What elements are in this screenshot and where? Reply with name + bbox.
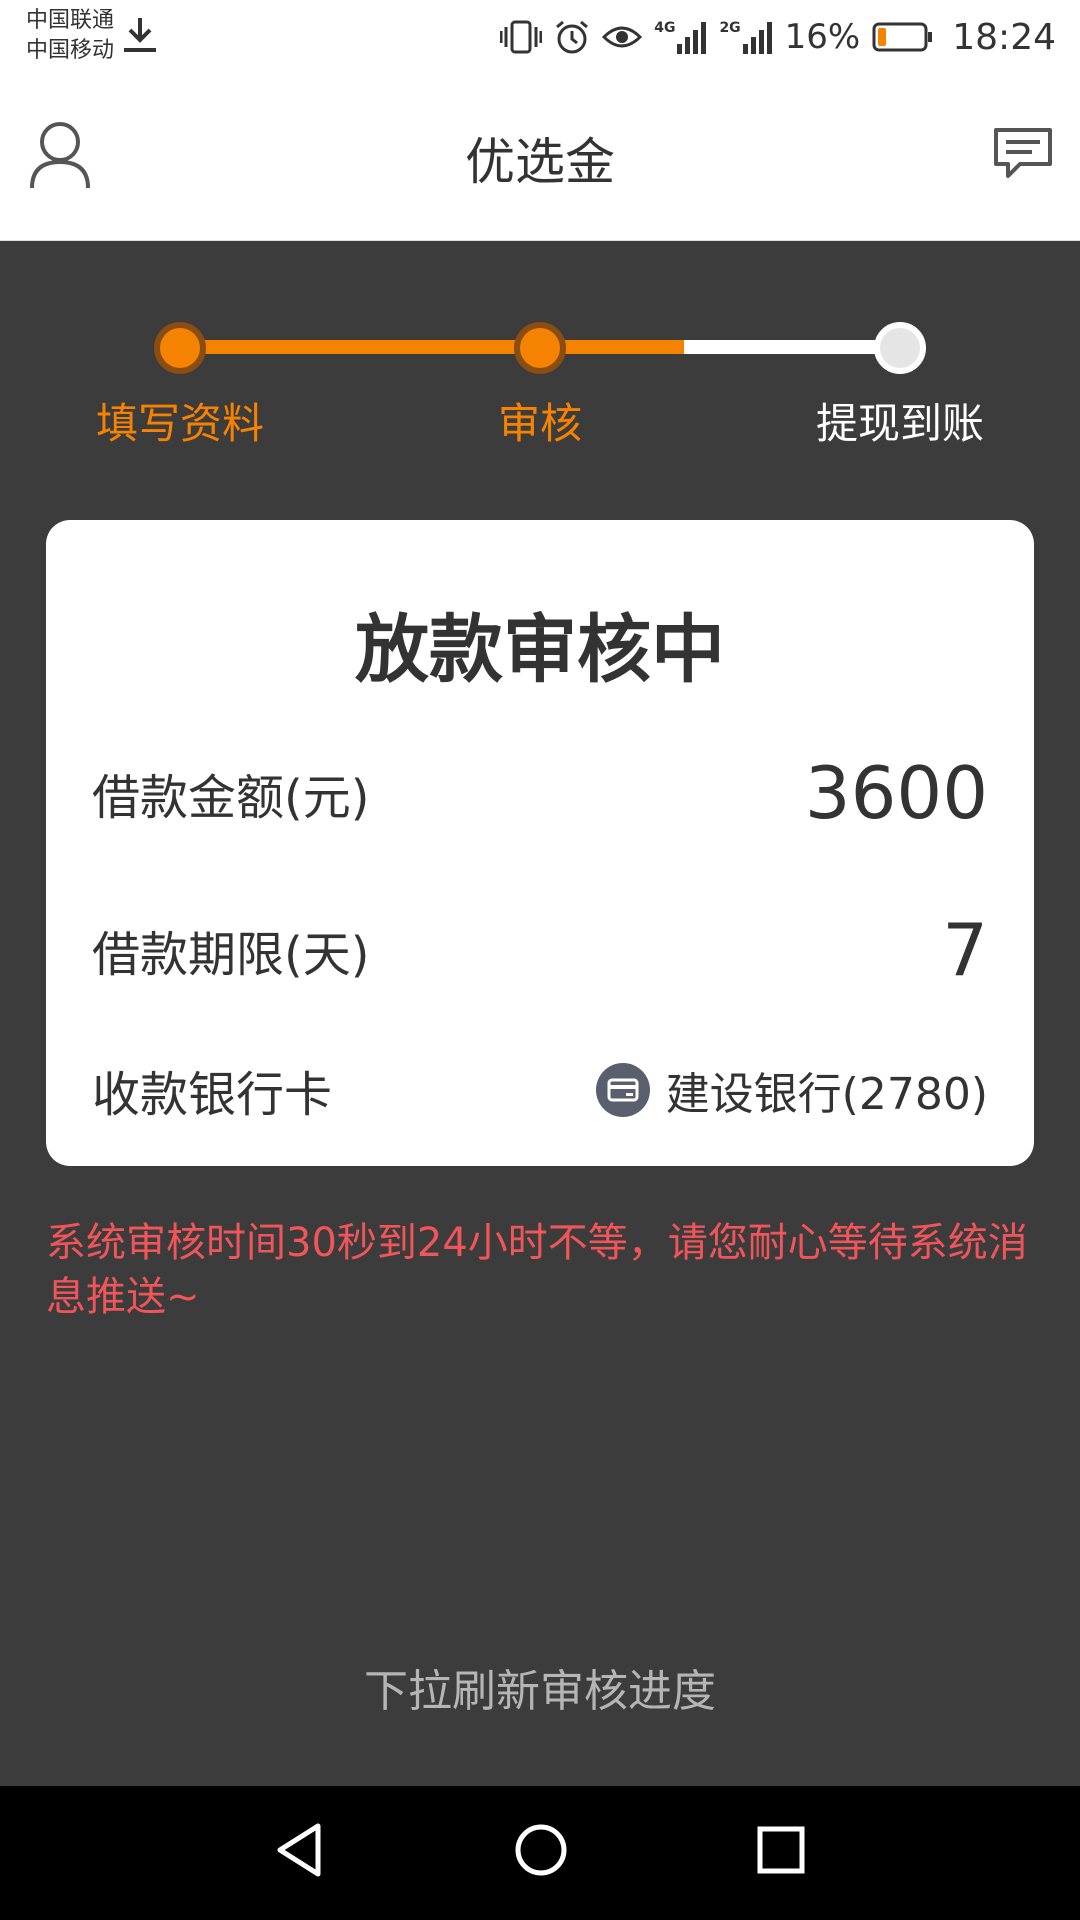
network-4g-label: 4G bbox=[654, 20, 676, 36]
vibrate-icon bbox=[500, 20, 543, 54]
back-icon[interactable] bbox=[274, 1820, 324, 1880]
bank-row: 收款银行卡 建设银行(2780) bbox=[92, 1050, 988, 1130]
term-row: 借款期限(天) 7 bbox=[92, 905, 988, 995]
review-notice: 系统审核时间30秒到24小时不等，请您耐心等待系统消息推送~ bbox=[46, 1220, 1028, 1320]
carrier-2: 中国移动 bbox=[26, 38, 115, 63]
progress-steps: 填写资料 审核 提现到账 bbox=[0, 240, 1080, 470]
home-icon[interactable] bbox=[514, 1820, 568, 1880]
progress-track-done bbox=[180, 340, 684, 354]
network-2g-label: 2G bbox=[719, 20, 741, 36]
carrier-info: 中国联通 中国移动 bbox=[26, 6, 114, 66]
amount-label: 借款金额(元) bbox=[92, 770, 370, 826]
message-icon[interactable] bbox=[992, 126, 1054, 182]
signal-4g-icon bbox=[677, 22, 707, 54]
status-icons: 4G 2G 16% 18:24 bbox=[500, 14, 1056, 60]
amount-value: 3600 bbox=[804, 751, 988, 835]
step-dot-3 bbox=[874, 322, 926, 374]
step-label-2: 审核 bbox=[497, 399, 582, 448]
step-dot-2 bbox=[514, 322, 566, 374]
term-label: 借款期限(天) bbox=[92, 927, 370, 983]
carrier-1: 中国联通 bbox=[26, 8, 115, 33]
download-icon bbox=[124, 18, 156, 52]
progress-track-remaining bbox=[684, 340, 900, 354]
step-label-1: 填写资料 bbox=[95, 399, 264, 448]
status-bar: 中国联通 中国移动 4G 2G 16% 18:24 bbox=[0, 0, 1080, 78]
app-header: 优选金 bbox=[0, 78, 1080, 241]
bank-value: 建设银行(2780) bbox=[665, 1069, 988, 1120]
bank-info: 建设银行(2780) bbox=[595, 1058, 988, 1122]
pull-refresh-hint: 下拉刷新审核进度 bbox=[364, 1666, 716, 1717]
battery-percent: 16% bbox=[784, 17, 861, 57]
battery-icon bbox=[872, 22, 933, 52]
eye-icon bbox=[602, 26, 643, 48]
alarm-icon bbox=[556, 20, 589, 54]
page-title: 优选金 bbox=[465, 133, 615, 191]
card-icon bbox=[595, 1063, 650, 1117]
term-value: 7 bbox=[942, 908, 988, 992]
amount-row: 借款金额(元) 3600 bbox=[92, 748, 988, 838]
card-title: 放款审核中 bbox=[355, 607, 725, 693]
recents-icon[interactable] bbox=[756, 1820, 806, 1880]
bank-label: 收款银行卡 bbox=[92, 1067, 333, 1123]
signal-2g-icon bbox=[742, 22, 772, 54]
clock-time: 18:24 bbox=[952, 16, 1056, 58]
system-nav-bar bbox=[0, 1786, 1080, 1920]
loan-status-card: 放款审核中 借款金额(元) 3600 借款期限(天) 7 收款银行卡 建设银行(… bbox=[46, 520, 1034, 1166]
step-label-3: 提现到账 bbox=[815, 399, 984, 448]
step-dot-1 bbox=[154, 322, 206, 374]
